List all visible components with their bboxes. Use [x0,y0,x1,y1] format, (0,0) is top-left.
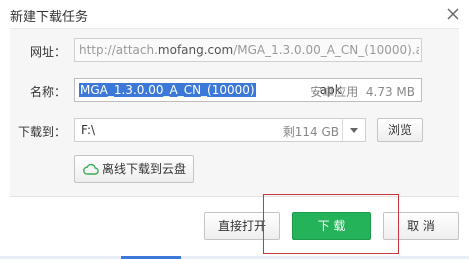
title-bar: 新建下载任务 [0,0,469,28]
url-domain: mofang.com [157,43,234,57]
new-download-dialog: 新建下载任务 网址： http://attach.mofang.com/MGA_… [0,0,469,259]
destination-select[interactable]: F:\ 剩114 GB [74,118,366,142]
filename-label: 名称： [29,85,66,99]
file-type: 安卓应用 [310,85,359,99]
free-space: 剩114 GB [282,125,339,139]
destination-path: F:\ [81,123,96,137]
url-path: /MGA_1.3.0.00_A_CN_(10000).apk [233,43,419,57]
open-directly-button[interactable]: 直接打开 [204,212,280,240]
cloud-icon [83,163,99,175]
offline-cloud-download-button[interactable]: 离线下载到云盘 [74,155,194,183]
file-meta: 安卓应用 4.73 MB [310,83,415,100]
close-button[interactable] [443,4,463,24]
dialog-title: 新建下载任务 [10,10,89,25]
filename-input[interactable]: MGA_1.3.0.00_A_CN_(10000) .apk 安卓应用 4.73… [74,78,422,102]
url-field[interactable]: http://attach.mofang.com/MGA_1.3.0.00_A_… [74,38,422,62]
cancel-button[interactable]: 取 消 [383,212,459,240]
cloud-button-label: 离线下载到云盘 [102,162,187,176]
browse-button[interactable]: 浏览 [377,118,423,142]
url-prefix: http://attach. [79,43,158,57]
destination-label: 下载到： [17,125,66,139]
url-text: http://attach.mofang.com/MGA_1.3.0.00_A_… [79,43,419,57]
download-button[interactable]: 下 载 [292,212,371,240]
file-size: 4.73 MB [365,85,415,99]
chevron-down-icon[interactable] [342,119,365,141]
url-label: 网址： [29,45,66,59]
filename-selected-text: MGA_1.3.0.00_A_CN_(10000) [79,83,256,97]
close-icon [447,8,459,20]
